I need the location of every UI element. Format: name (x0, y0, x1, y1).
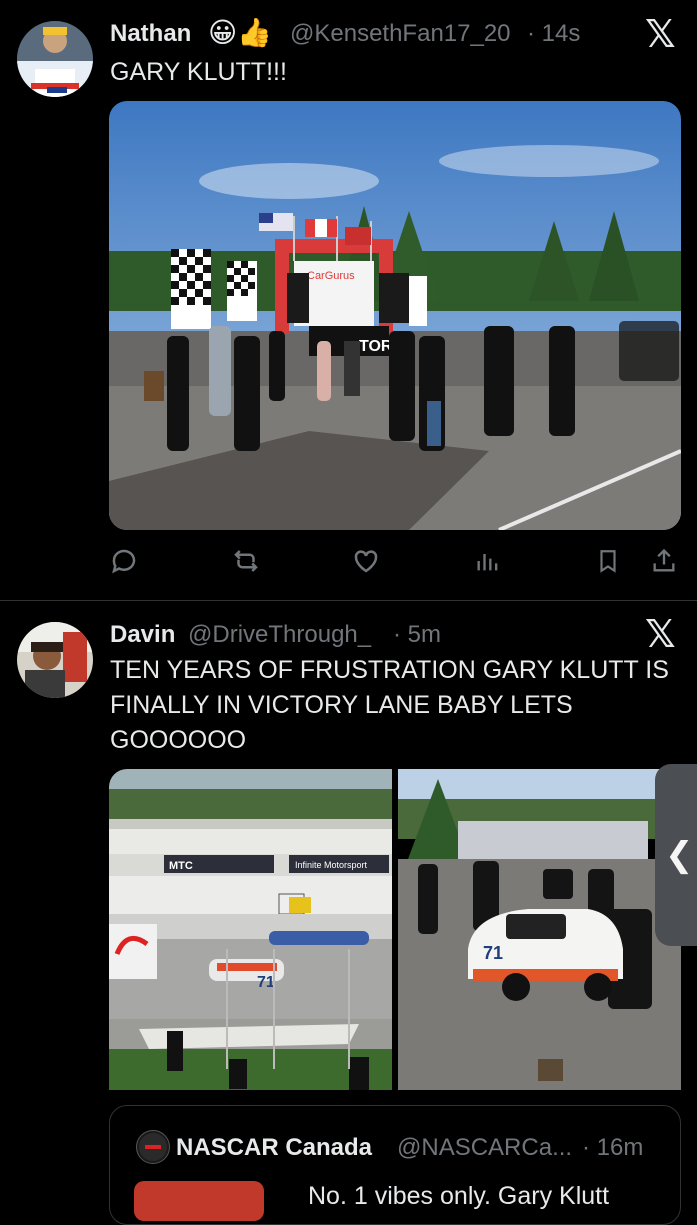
nascar-logo-icon (139, 1133, 167, 1161)
chevron-left-icon: ❮ (665, 836, 694, 874)
avatar[interactable] (17, 622, 93, 698)
quote-timestamp: · 16m (582, 1134, 644, 1161)
quote-author-handle: @NASCARCa... (397, 1134, 573, 1161)
tweet-text: GARY KLUTT!!! (110, 58, 287, 86)
timestamp[interactable]: · 5m (393, 621, 441, 649)
victory-lane-photo: CarGurus TORY (109, 101, 681, 530)
quote-author-name: NASCAR Canada (176, 1134, 373, 1161)
retweet-icon[interactable] (228, 543, 264, 579)
author-handle[interactable]: @KensethFan17_20 (290, 20, 511, 48)
reply-icon[interactable] (106, 543, 142, 579)
tweet-image-left[interactable]: MTC Infinite Motorsport 71 (109, 769, 392, 1090)
banner-label: CarGurus (307, 270, 355, 282)
infinite-sign: Infinite Motorsport (295, 860, 368, 870)
mtc-sign: MTC (169, 860, 193, 872)
car-number: 71 (257, 974, 275, 991)
quote-image (134, 1181, 264, 1221)
avatar[interactable] (17, 21, 93, 97)
tweet-text-line-3: GOOOOOO (110, 726, 247, 754)
tweet-text-line-2: FINALLY IN VICTORY LANE BABY LETS (110, 691, 573, 719)
avatar-image (17, 21, 93, 97)
views-icon[interactable] (470, 543, 506, 579)
bookmark-icon[interactable] (590, 543, 626, 579)
quote-text: No. 1 vibes only. Gary Klutt (308, 1182, 610, 1210)
author-handle[interactable]: @DriveThrough_ (188, 621, 371, 649)
tweet-text-line-1: TEN YEARS OF FRUSTRATION GARY KLUTT IS (110, 656, 669, 684)
quoted-tweet[interactable]: NASCAR Canada @NASCARCa... · 16m No. 1 v… (109, 1105, 681, 1225)
side-panel-handle[interactable]: ❮ (655, 764, 697, 946)
emoji-badges: 😀👍 (208, 17, 273, 48)
tweet-image[interactable]: CarGurus TORY (109, 101, 681, 530)
share-icon[interactable] (646, 543, 682, 579)
x-logo-icon: 𝕏 (645, 614, 676, 656)
author-name[interactable]: Davin (110, 621, 175, 649)
tweet-image-right[interactable]: 71 (398, 769, 681, 1090)
track-photo: MTC Infinite Motorsport 71 (109, 769, 392, 1090)
like-icon[interactable] (348, 543, 384, 579)
author-name[interactable]: Nathan (110, 20, 191, 48)
car-photo: 71 (398, 769, 681, 1090)
x-logo-icon: 𝕏 (645, 14, 676, 56)
car-number-right: 71 (483, 943, 503, 963)
avatar-image (17, 622, 93, 698)
quote-avatar (136, 1130, 170, 1164)
tweet-divider (0, 600, 697, 601)
timestamp[interactable]: · 14s (527, 20, 580, 48)
